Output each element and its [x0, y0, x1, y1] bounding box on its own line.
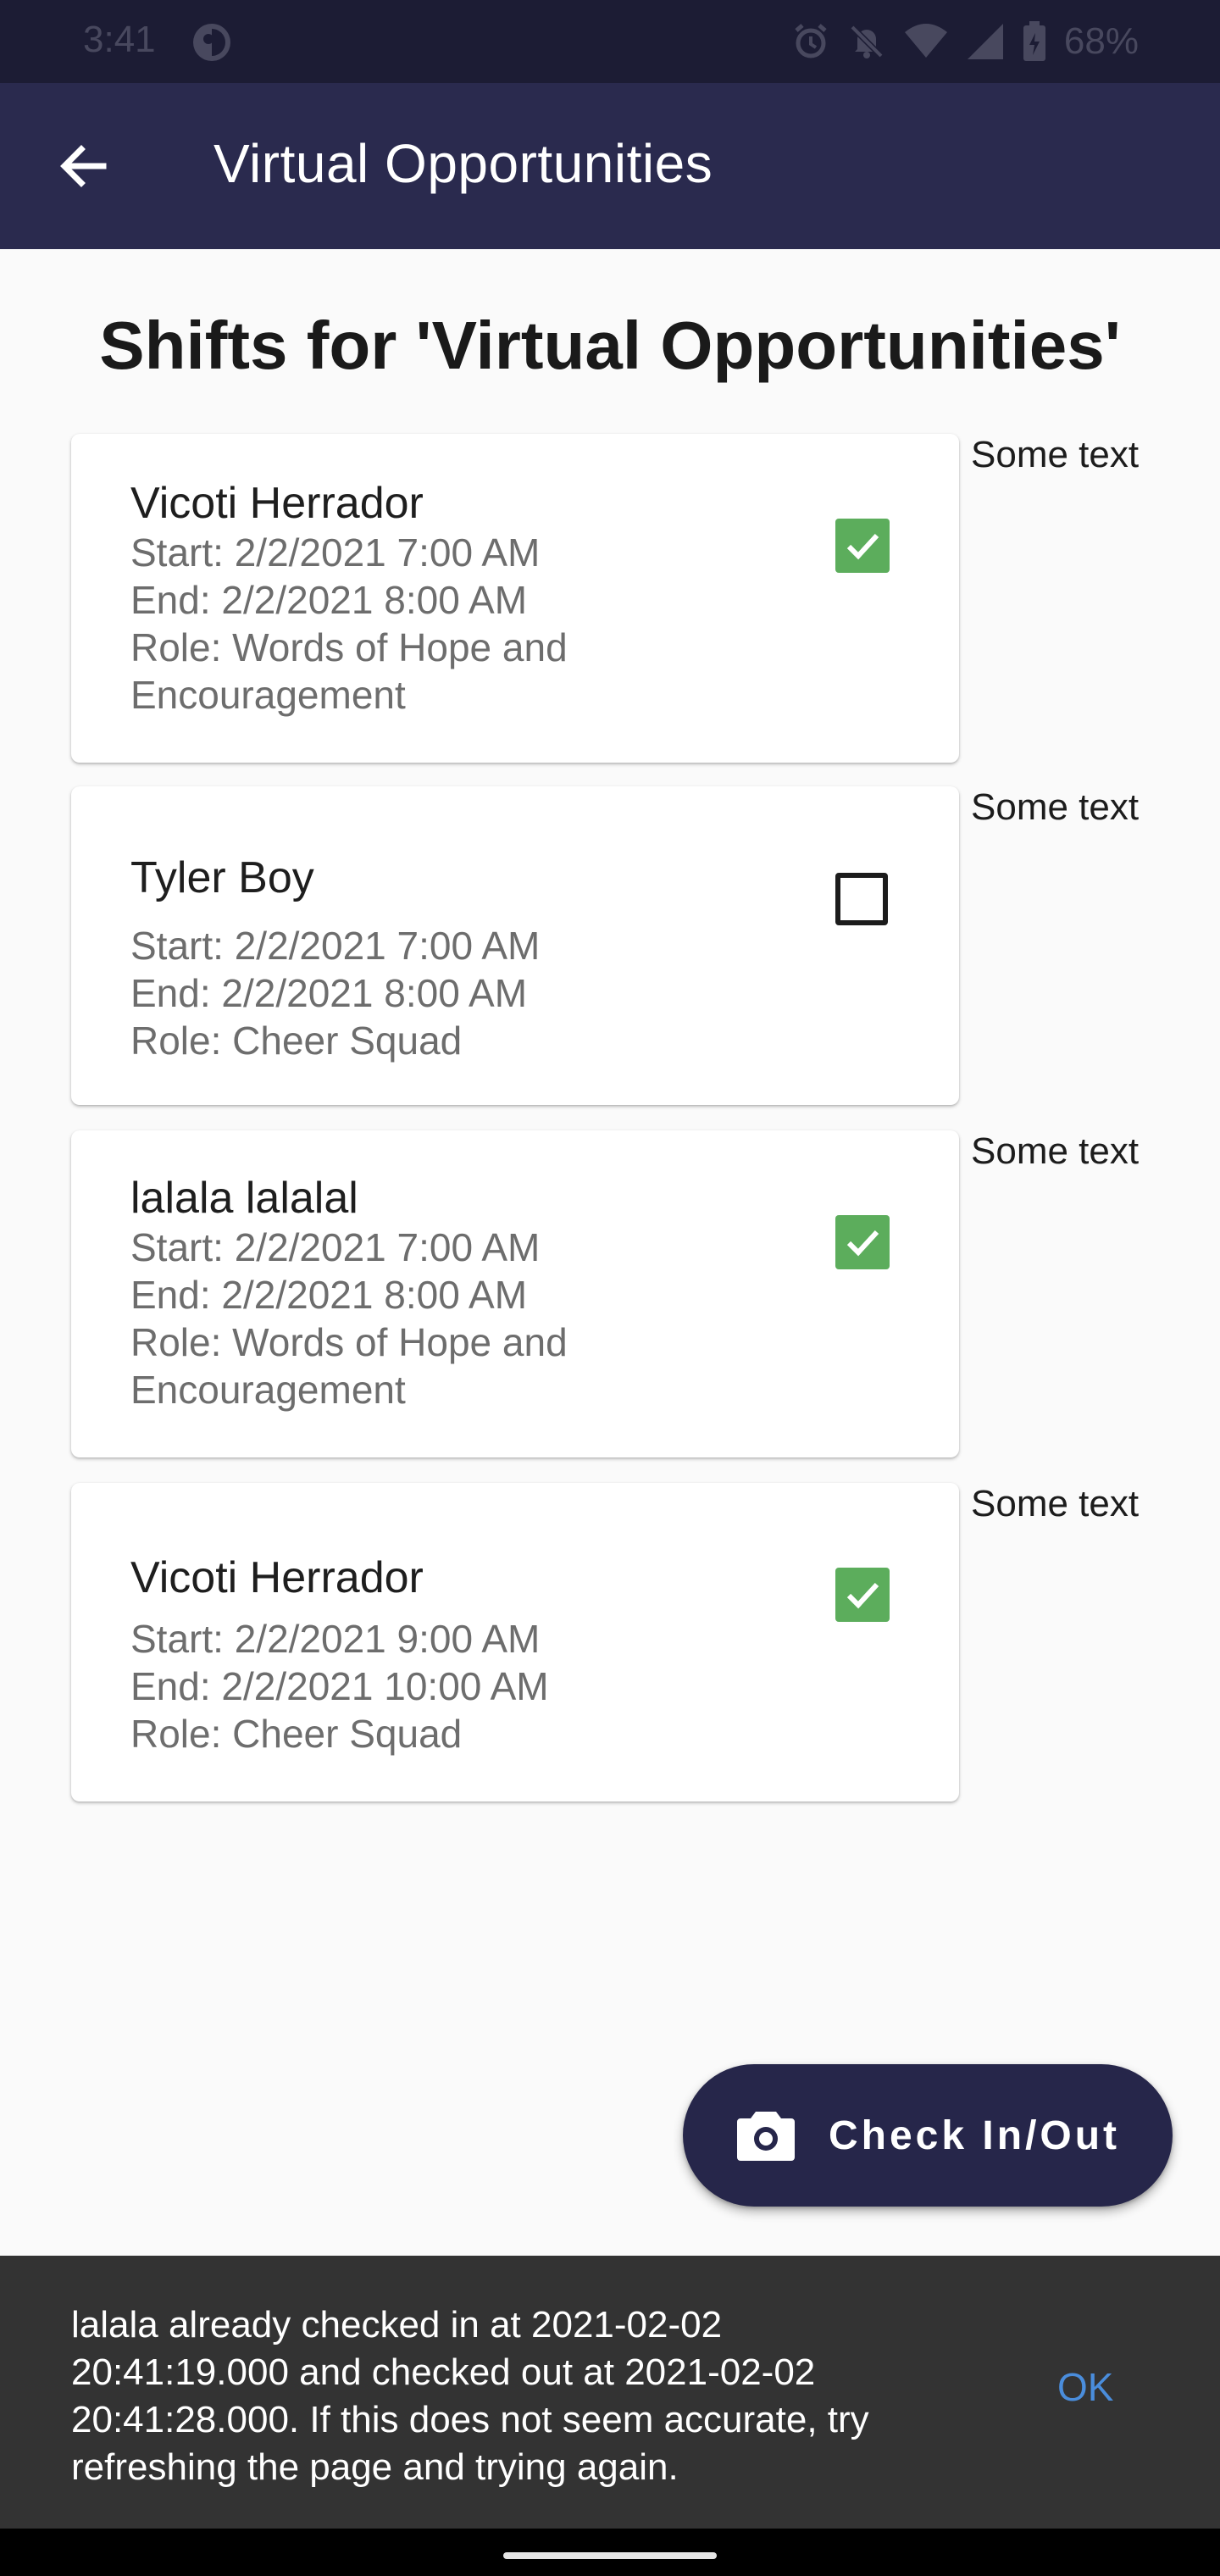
- checkmark-icon: [846, 533, 879, 560]
- shift-role: Role: Words of Hope and: [130, 625, 568, 669]
- shift-volunteer-name: Vicoti Herrador: [130, 1553, 424, 1602]
- alarm-icon: [795, 24, 827, 58]
- shift-row: Vicoti Herrador Start: 2/2/2021 9:00 AM …: [71, 1483, 1164, 1802]
- wifi-icon: [904, 24, 947, 58]
- navigation-bar: [0, 2529, 1220, 2576]
- shift-end: End: 2/2/2021 10:00 AM: [130, 1664, 549, 1708]
- shift-end: End: 2/2/2021 8:00 AM: [130, 971, 528, 1015]
- shift-start: Start: 2/2/2021 7:00 AM: [130, 924, 541, 968]
- battery-percentage: 68%: [1063, 20, 1139, 62]
- shift-card[interactable]: Vicoti Herrador Start: 2/2/2021 9:00 AM …: [71, 1483, 959, 1802]
- notifications-off-icon: [850, 25, 884, 58]
- arrow-left-icon: [60, 145, 107, 187]
- checkmark-icon: [846, 1230, 879, 1257]
- app-bar: Virtual Opportunities: [0, 83, 1220, 249]
- snackbar-message: lalala already checked in at 2021-02-02 …: [71, 2304, 869, 2488]
- app-bar-title: Virtual Opportunities: [214, 133, 713, 194]
- status-icons: 68%: [791, 20, 1139, 63]
- snackbar-ok-button[interactable]: OK: [1057, 2364, 1113, 2410]
- shift-checkbox-unchecked[interactable]: [835, 873, 888, 925]
- shift-card[interactable]: lalala lalalal Start: 2/2/2021 7:00 AM E…: [71, 1130, 959, 1457]
- shift-side-text: Some text: [971, 1483, 1140, 1524]
- shift-start: Start: 2/2/2021 7:00 AM: [130, 1225, 541, 1269]
- shift-volunteer-name: Tyler Boy: [130, 853, 314, 902]
- status-bar: 3:41 68%: [0, 0, 1220, 83]
- shift-volunteer-name: Vicoti Herrador: [130, 479, 424, 528]
- page-title: Shifts for 'Virtual Opportunities': [99, 308, 1121, 383]
- shift-end: End: 2/2/2021 8:00 AM: [130, 578, 528, 622]
- shift-role: Role: Cheer Squad: [130, 1712, 463, 1756]
- shift-row: Vicoti Herrador Start: 2/2/2021 7:00 AM …: [71, 434, 1164, 763]
- shift-checkbox-checked[interactable]: [835, 519, 890, 573]
- cell-signal-icon: [967, 24, 1003, 59]
- shift-role-continued: Encouragement: [130, 1368, 406, 1412]
- check-in-out-label: Check In/Out: [829, 2112, 1121, 2158]
- shift-start: Start: 2/2/2021 7:00 AM: [130, 530, 541, 575]
- shift-card[interactable]: Tyler Boy Start: 2/2/2021 7:00 AM End: 2…: [71, 786, 959, 1105]
- back-button[interactable]: [42, 132, 124, 200]
- shift-row: lalala lalalal Start: 2/2/2021 7:00 AM E…: [71, 1130, 1164, 1457]
- camera-icon: [737, 2112, 795, 2161]
- check-in-out-button[interactable]: Check In/Out: [683, 2064, 1173, 2207]
- shift-row: Tyler Boy Start: 2/2/2021 7:00 AM End: 2…: [71, 786, 1164, 1105]
- shift-checkbox-checked[interactable]: [835, 1568, 890, 1622]
- shift-side-text: Some text: [971, 786, 1140, 828]
- status-time: 3:41: [83, 19, 156, 60]
- shift-checkbox-checked[interactable]: [835, 1215, 890, 1269]
- battery-icon: [1023, 21, 1045, 61]
- shift-volunteer-name: lalala lalalal: [130, 1174, 358, 1223]
- checkmark-icon: [846, 1582, 879, 1609]
- home-gesture-handle[interactable]: [503, 2552, 717, 2559]
- shift-card[interactable]: Vicoti Herrador Start: 2/2/2021 7:00 AM …: [71, 434, 959, 763]
- shift-role: Role: Words of Hope and: [130, 1320, 568, 1364]
- shift-role-continued: Encouragement: [130, 673, 406, 717]
- shift-role: Role: Cheer Squad: [130, 1019, 463, 1063]
- shift-side-text: Some text: [971, 434, 1140, 475]
- shift-end: End: 2/2/2021 8:00 AM: [130, 1273, 528, 1317]
- snackbar: lalala already checked in at 2021-02-02 …: [0, 2256, 1220, 2529]
- shift-start: Start: 2/2/2021 9:00 AM: [130, 1617, 541, 1661]
- app-notification-icon: [193, 24, 230, 61]
- shift-side-text: Some text: [971, 1130, 1140, 1172]
